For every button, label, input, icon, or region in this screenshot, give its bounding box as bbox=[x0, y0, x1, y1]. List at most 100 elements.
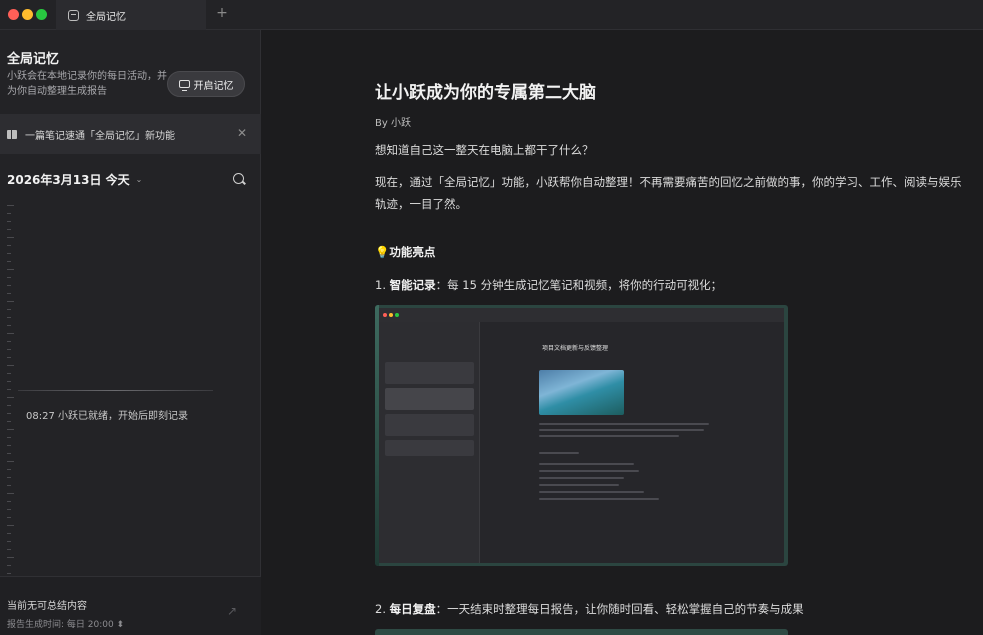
feature-name: 智能记录 bbox=[389, 278, 436, 292]
sidebar-description: 小跃会在本地记录你的每日活动，并为你自动整理生成报告 bbox=[7, 71, 167, 97]
timeline-tick bbox=[7, 485, 11, 486]
open-memory-label: 开启记忆 bbox=[193, 80, 234, 92]
screenshot-sidebar bbox=[379, 322, 480, 563]
arrow-up-right-icon[interactable]: ↗ bbox=[227, 604, 237, 618]
timeline-ruler[interactable] bbox=[7, 205, 21, 577]
feature-screenshot bbox=[375, 629, 788, 635]
sidebar-footer: 当前无可总结内容 报告生成时间: 每日 20:00 ⬍ ↗ bbox=[0, 576, 261, 635]
notice-text: 一篇笔记速通「全局记忆」新功能 bbox=[25, 130, 175, 142]
screenshot-text-line bbox=[539, 477, 624, 479]
screenshot-text-line bbox=[539, 470, 639, 472]
sidebar: 全局记忆 小跃会在本地记录你的每日活动，并为你自动整理生成报告 开启记忆 一篇笔… bbox=[0, 30, 261, 635]
timeline-tick bbox=[7, 541, 11, 542]
feature-text: ：一天结束时整理每日报告，让你随时回看、轻松掌握自己的节奏与成果 bbox=[435, 602, 804, 616]
zoom-window-button[interactable] bbox=[36, 9, 47, 20]
article-view: 让小跃成为你的专属第二大脑 By 小跃 想知道自己这一整天在电脑上都干了什么？ … bbox=[262, 30, 983, 635]
close-icon[interactable]: ✕ bbox=[237, 126, 247, 140]
current-time-line bbox=[18, 390, 213, 391]
timeline-tick bbox=[7, 205, 14, 206]
date-selector[interactable]: 2026年3月13日 今天 ⌄ bbox=[7, 171, 142, 188]
feature-number: 2. bbox=[375, 602, 390, 616]
screenshot-card bbox=[385, 362, 474, 384]
timeline-tick bbox=[7, 349, 11, 350]
feature-notice[interactable]: 一篇笔记速通「全局记忆」新功能 ✕ bbox=[0, 114, 261, 154]
screenshot-text-line bbox=[539, 429, 704, 431]
timeline-tick bbox=[7, 405, 11, 406]
timeline-tick bbox=[7, 261, 11, 262]
screenshot-text-line bbox=[539, 491, 644, 493]
timeline-tick bbox=[7, 445, 11, 446]
minimize-window-button[interactable] bbox=[22, 9, 33, 20]
screenshot-text-line bbox=[539, 463, 634, 465]
highlights-heading: 💡功能亮点 bbox=[375, 245, 436, 259]
timeline-tick bbox=[7, 453, 11, 454]
close-window-button[interactable] bbox=[8, 9, 19, 20]
timeline-tick bbox=[7, 533, 11, 534]
search-icon[interactable] bbox=[233, 173, 244, 184]
screenshot-text-line bbox=[539, 435, 679, 437]
timeline-tick bbox=[7, 293, 11, 294]
timeline-tick bbox=[7, 437, 11, 438]
timeline-tick bbox=[7, 501, 11, 502]
timeline-tick bbox=[7, 229, 11, 230]
timeline-tick bbox=[7, 397, 14, 398]
timeline-tick bbox=[7, 477, 11, 478]
screenshot-card bbox=[385, 440, 474, 456]
timeline-tick bbox=[7, 285, 11, 286]
screenshot-card bbox=[385, 388, 474, 410]
screenshot-text-line bbox=[539, 498, 659, 500]
timeline-tick bbox=[7, 493, 14, 494]
report-time-setting[interactable]: 报告生成时间: 每日 20:00 ⬍ bbox=[7, 617, 124, 630]
feature-item: 2. 每日复盘：一天结束时整理每日报告，让你随时回看、轻松掌握自己的节奏与成果 bbox=[375, 601, 804, 617]
timeline-tick bbox=[7, 301, 14, 302]
open-memory-button[interactable]: 开启记忆 bbox=[167, 71, 245, 97]
screenshot-video-thumbnail bbox=[539, 370, 624, 415]
screenshot-text-line bbox=[539, 423, 709, 425]
screenshot-dot bbox=[383, 313, 387, 317]
timeline-tick bbox=[7, 461, 14, 462]
article-paragraph: 现在，通过「全局记忆」功能，小跃帮你自动整理！不再需要痛苦的回忆之前做的事，你的… bbox=[375, 175, 962, 211]
tab-label: 全局记忆 bbox=[86, 11, 126, 23]
note-icon bbox=[68, 9, 79, 21]
title-bar: 全局记忆 + bbox=[0, 0, 983, 30]
timeline-tick bbox=[7, 221, 11, 222]
book-icon bbox=[7, 129, 17, 139]
timeline-tick bbox=[7, 525, 14, 526]
timeline-tick bbox=[7, 333, 14, 334]
timeline-tick bbox=[7, 365, 14, 366]
screenshot-card bbox=[385, 414, 474, 436]
monitor-icon bbox=[178, 80, 190, 91]
timeline-tick bbox=[7, 429, 14, 430]
timeline-tick bbox=[7, 573, 11, 574]
screenshot-dot bbox=[395, 313, 399, 317]
timeline-tick bbox=[7, 373, 11, 374]
timeline-tick bbox=[7, 277, 11, 278]
timeline-tick bbox=[7, 381, 11, 382]
timeline-tick bbox=[7, 325, 11, 326]
screenshot-text-line bbox=[539, 484, 619, 486]
timeline-tick bbox=[7, 389, 11, 390]
ready-message: 08:27 小跃已就绪，开始后即刻记录 bbox=[26, 411, 188, 422]
timeline-tick bbox=[7, 517, 11, 518]
timeline-tick bbox=[7, 413, 11, 414]
timeline-tick bbox=[7, 557, 14, 558]
chevron-down-icon: ⌄ bbox=[135, 175, 143, 184]
timeline-tick bbox=[7, 357, 11, 358]
article-intro: 想知道自己这一整天在电脑上都干了什么？ bbox=[375, 143, 594, 157]
timeline-tick bbox=[7, 509, 11, 510]
feature-item: 1. 智能记录：每 15 分钟生成记忆笔记和视频，将你的行动可视化； bbox=[375, 277, 722, 293]
screenshot-titlebar bbox=[379, 308, 784, 322]
sidebar-title: 全局记忆 bbox=[7, 52, 60, 67]
timeline-tick bbox=[7, 549, 11, 550]
date-label: 2026年3月13日 今天 bbox=[7, 173, 130, 187]
sidebar-header: 全局记忆 小跃会在本地记录你的每日活动，并为你自动整理生成报告 开启记忆 bbox=[0, 30, 261, 114]
timeline-tick bbox=[7, 565, 11, 566]
summary-status: 当前无可总结内容 bbox=[7, 601, 87, 612]
screenshot-dot bbox=[389, 313, 393, 317]
tab-global-memory[interactable]: 全局记忆 bbox=[56, 0, 206, 30]
timeline-tick bbox=[7, 421, 11, 422]
new-tab-button[interactable]: + bbox=[214, 5, 230, 21]
timeline-tick bbox=[7, 213, 11, 214]
timeline-tick bbox=[7, 245, 11, 246]
timeline-tick bbox=[7, 469, 11, 470]
